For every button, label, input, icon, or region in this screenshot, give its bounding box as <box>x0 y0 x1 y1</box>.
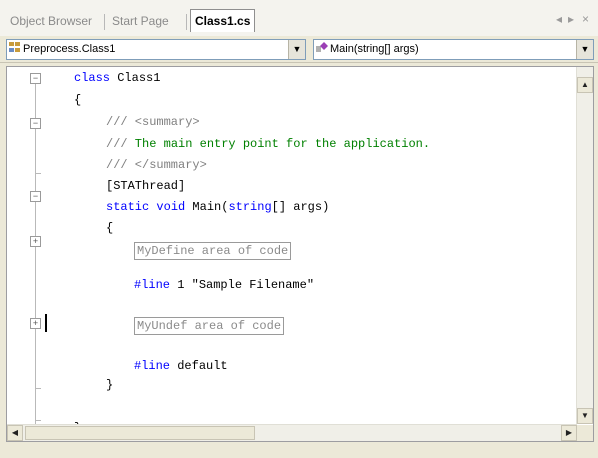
type-dropdown[interactable]: Preprocess.Class1 ▼ <box>6 39 306 60</box>
outline-tick <box>35 173 41 174</box>
text-caret <box>45 314 47 332</box>
tab-scroll-right-icon[interactable]: ▸ <box>568 12 574 26</box>
collapsed-region-undef[interactable]: MyUndef area of code <box>134 317 285 335</box>
class-icon <box>7 40 23 59</box>
collapsed-region-define[interactable]: MyDefine area of code <box>134 242 292 260</box>
code-line: { <box>106 221 114 235</box>
scroll-right-icon[interactable]: ▶ <box>561 425 577 441</box>
close-icon[interactable]: × <box>582 12 589 26</box>
code-line: } <box>106 378 114 392</box>
tab-separator <box>186 14 187 30</box>
vertical-scrollbar[interactable]: ▲ ▼ <box>576 67 593 424</box>
method-icon <box>314 40 330 59</box>
horizontal-scrollbar[interactable]: ◀ ▶ <box>7 424 577 441</box>
type-dropdown-value: Preprocess.Class1 <box>23 43 116 55</box>
scroll-down-icon[interactable]: ▼ <box>577 408 593 424</box>
tab-start-page[interactable]: Start Page <box>108 10 173 32</box>
member-dropdown-value: Main(string[] args) <box>330 43 419 55</box>
code-line: [STAThread] <box>106 179 186 193</box>
tab-object-browser[interactable]: Object Browser <box>6 10 96 32</box>
code-line: /// </summary> <box>106 158 207 172</box>
tab-scroll-left-icon[interactable]: ◂ <box>556 12 562 26</box>
chevron-down-icon[interactable]: ▼ <box>576 40 593 59</box>
tab-class1-cs[interactable]: Class1.cs <box>190 9 256 32</box>
code-line: /// The main entry point for the applica… <box>106 137 431 151</box>
scrollbar-thumb[interactable] <box>25 426 255 440</box>
tab-separator <box>104 14 105 30</box>
chevron-down-icon[interactable]: ▼ <box>288 40 305 59</box>
document-tab-strip: Object Browser Start Page Class1.cs ◂ ▸ … <box>0 0 598 36</box>
scrollbar-corner <box>577 425 593 441</box>
outline-tick <box>35 420 41 421</box>
code-text: class Class1 { /// <summary> /// The mai… <box>7 67 430 435</box>
code-line: #line default <box>134 359 228 373</box>
scroll-left-icon[interactable]: ◀ <box>7 425 23 441</box>
code-line: class Class1 <box>74 71 161 85</box>
code-line: MyUndef area of code <box>134 317 285 335</box>
member-dropdown[interactable]: Main(string[] args) ▼ <box>313 39 594 60</box>
outline-tick <box>35 388 41 389</box>
code-line: #line 1 "Sample Filename" <box>134 278 315 292</box>
code-line: /// <summary> <box>106 115 200 129</box>
expand-icon[interactable]: + <box>30 318 41 329</box>
scroll-up-icon[interactable]: ▲ <box>577 77 593 93</box>
code-editor[interactable]: − − − + + class Class1 { /// <summary> /… <box>6 66 594 442</box>
code-line: static void Main(string[] args) <box>106 200 330 214</box>
navigation-bar: Preprocess.Class1 ▼ Main(string[] args) … <box>0 36 598 63</box>
code-line: MyDefine area of code <box>134 242 292 260</box>
code-line: { <box>74 93 82 107</box>
